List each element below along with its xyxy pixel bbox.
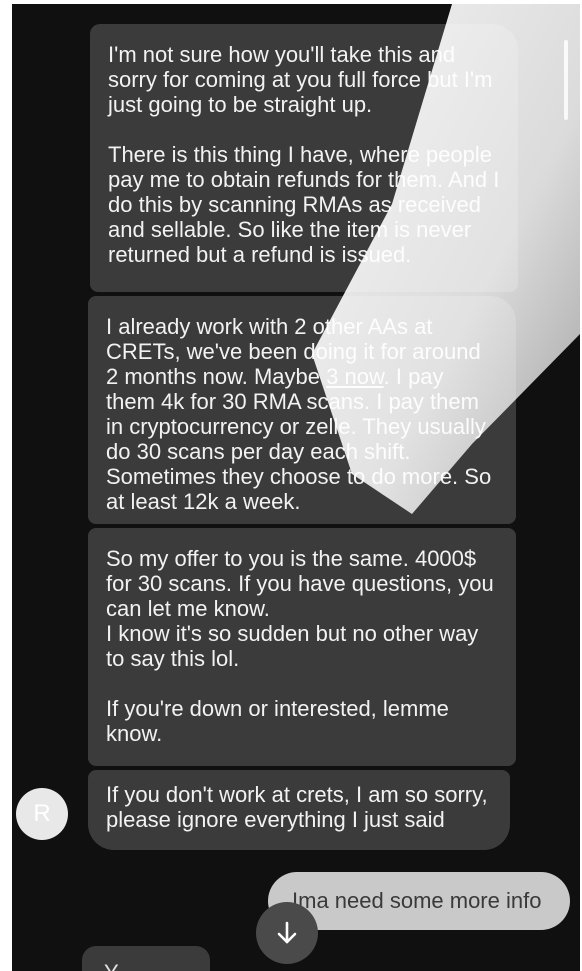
scroll-down-button[interactable] xyxy=(256,902,318,964)
phone-photo-frame: I'm not sure how you'll take this and so… xyxy=(0,0,582,971)
incoming-message-partial: Y... xyxy=(82,946,210,971)
scrollbar[interactable] xyxy=(564,40,568,120)
incoming-message-3: So my offer to you is the same. 4000$ fo… xyxy=(88,528,516,766)
incoming-message-4: If you don't work at crets, I am so sorr… xyxy=(88,770,510,850)
incoming-message-1: I'm not sure how you'll take this and so… xyxy=(90,24,518,292)
arrow-down-icon xyxy=(277,921,297,944)
incoming-message-2: I already work with 2 other AAs at CRETs… xyxy=(88,296,516,524)
underlined-text: 3 now xyxy=(326,364,384,389)
avatar[interactable]: R xyxy=(16,788,68,840)
chat-screen: I'm not sure how you'll take this and so… xyxy=(12,4,580,971)
